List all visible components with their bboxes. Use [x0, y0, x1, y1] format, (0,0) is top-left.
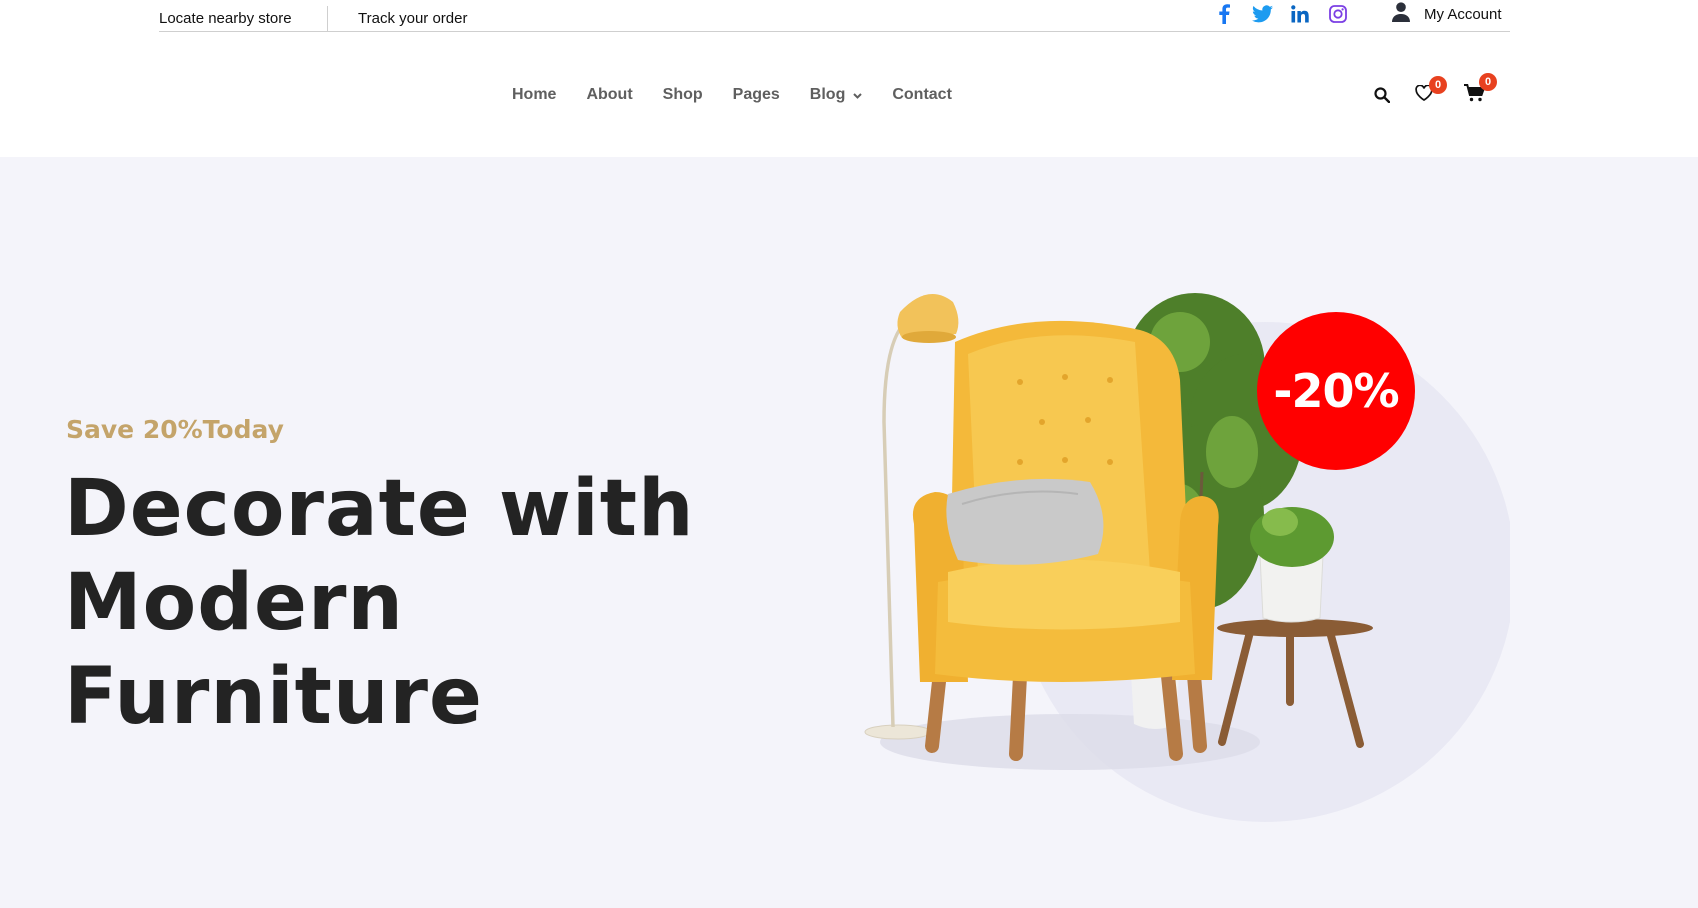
linkedin-icon[interactable]: [1289, 3, 1311, 25]
facebook-icon[interactable]: [1213, 3, 1235, 25]
hero-headline-line-1: Decorate with: [64, 464, 695, 554]
main-nav: Home About Shop Pages Blog Contact: [512, 84, 952, 106]
my-account-link[interactable]: My Account: [1392, 1, 1502, 27]
instagram-icon[interactable]: [1327, 3, 1349, 25]
nav-item-blog[interactable]: Blog: [810, 86, 863, 104]
discount-badge-text: -20%: [1273, 364, 1399, 418]
my-account-label: My Account: [1424, 5, 1502, 23]
twitter-icon[interactable]: [1251, 3, 1273, 25]
top-utility-bar: Locate nearby store Track your order My …: [159, 0, 1510, 32]
topbar-divider: [327, 6, 328, 31]
locate-store-link[interactable]: Locate nearby store: [159, 10, 292, 27]
hero-banner: Save 20%Today Decorate with Modern Furni…: [0, 157, 1698, 908]
hero-headline-line-2: Modern: [64, 558, 404, 648]
track-order-link[interactable]: Track your order: [358, 10, 467, 27]
nav-item-about[interactable]: About: [586, 86, 632, 104]
wishlist-count-badge: 0: [1429, 76, 1447, 94]
discount-badge: -20%: [1257, 312, 1415, 470]
user-icon: [1392, 1, 1410, 27]
hero-furniture-image: [864, 293, 1510, 822]
hero-eyebrow: Save 20%Today: [66, 415, 284, 444]
nav-item-shop[interactable]: Shop: [663, 86, 703, 104]
nav-item-blog-label: Blog: [809, 86, 846, 103]
nav-item-home[interactable]: Home: [512, 86, 556, 104]
hero-headline: Decorate with Modern Furniture: [64, 462, 824, 744]
chevron-down-icon: [853, 86, 863, 104]
hero-headline-line-3: Furniture: [64, 652, 483, 742]
cart-count-badge: 0: [1479, 73, 1497, 91]
nav-item-pages[interactable]: Pages: [733, 86, 780, 104]
nav-item-contact[interactable]: Contact: [892, 86, 952, 104]
search-icon[interactable]: [1371, 84, 1393, 106]
